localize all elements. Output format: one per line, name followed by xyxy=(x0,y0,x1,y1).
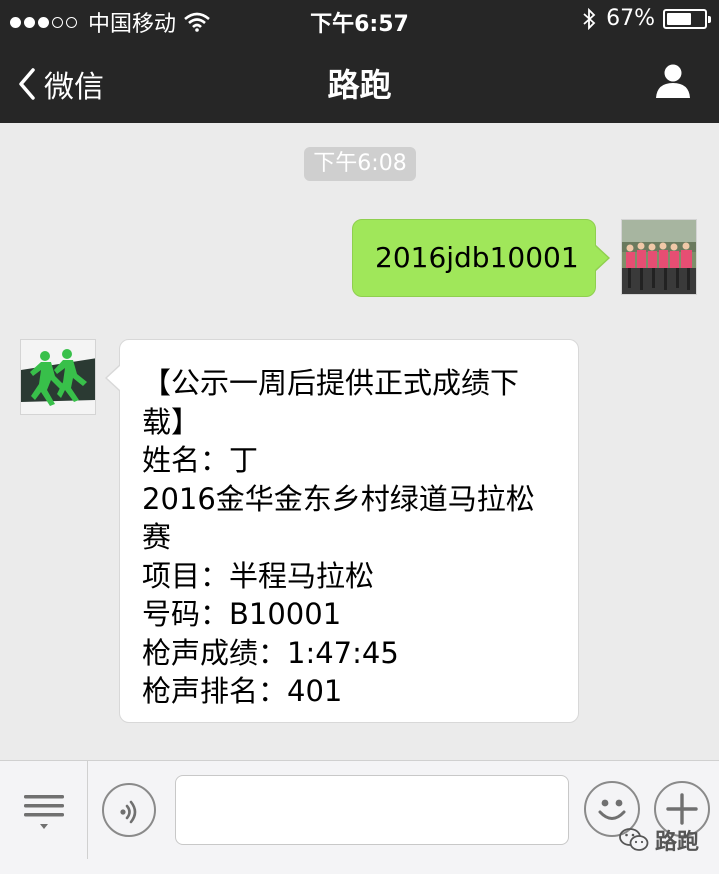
message-line: 【公示一周后提供正式成绩下 xyxy=(142,366,520,400)
message-line: 2016金华金东乡村绿道马拉松 xyxy=(142,481,535,516)
message-timestamp: 下午6:08 xyxy=(304,147,416,181)
runner-logo-avatar xyxy=(21,340,95,414)
bluetooth-icon xyxy=(583,7,596,30)
group-photo-avatar xyxy=(622,220,696,294)
battery-icon xyxy=(663,8,711,29)
outgoing-message-text: 2016jdb10001 xyxy=(375,241,579,274)
battery-percent: 67% xyxy=(606,6,655,31)
message-line: 赛 xyxy=(142,520,172,554)
voice-icon xyxy=(120,800,137,824)
outgoing-message-bubble[interactable]: 2016jdb10001 xyxy=(352,219,610,297)
person-icon xyxy=(656,64,690,98)
back-button[interactable]: 微信 xyxy=(18,62,104,106)
wechat-logo-icon xyxy=(619,828,649,851)
message-input[interactable] xyxy=(175,775,569,845)
watermark-text: 路跑 xyxy=(654,830,699,855)
input-bar xyxy=(0,760,719,874)
voice-button[interactable] xyxy=(102,783,156,837)
message-line: 枪声排名：401 xyxy=(142,674,343,708)
message-line: 载】 xyxy=(142,404,201,439)
message-line: 枪声成绩：1:47:45 xyxy=(142,635,399,670)
page-title: 路跑 xyxy=(327,66,392,104)
my-avatar[interactable] xyxy=(621,219,697,295)
nav-bar: 微信 路跑 xyxy=(0,40,719,123)
watermark: 路跑 xyxy=(619,824,699,856)
menu-toggle-button[interactable] xyxy=(0,761,88,859)
message-line: 项目：半程马拉松 xyxy=(142,558,375,593)
contact-avatar[interactable] xyxy=(20,339,96,415)
status-bar: 中国移动 下午6:57 67% xyxy=(0,0,719,40)
message-line: 姓名：丁 xyxy=(142,443,259,477)
chat-area[interactable]: 下午6:08 2016jdb10001 【公示一周后提供正式成绩下 载】 姓名：… xyxy=(0,123,719,760)
back-label: 微信 xyxy=(44,70,104,105)
incoming-message-bubble[interactable]: 【公示一周后提供正式成绩下 载】 姓名：丁 2016金华金东乡村绿道马拉松 赛 … xyxy=(105,339,579,723)
battery-level-fill xyxy=(667,12,692,25)
status-right: 67% xyxy=(582,6,711,31)
message-line: 号码：B10001 xyxy=(142,597,342,631)
profile-button[interactable] xyxy=(655,62,691,98)
menu-list-icon xyxy=(24,795,64,829)
chevron-left-icon xyxy=(19,68,35,100)
